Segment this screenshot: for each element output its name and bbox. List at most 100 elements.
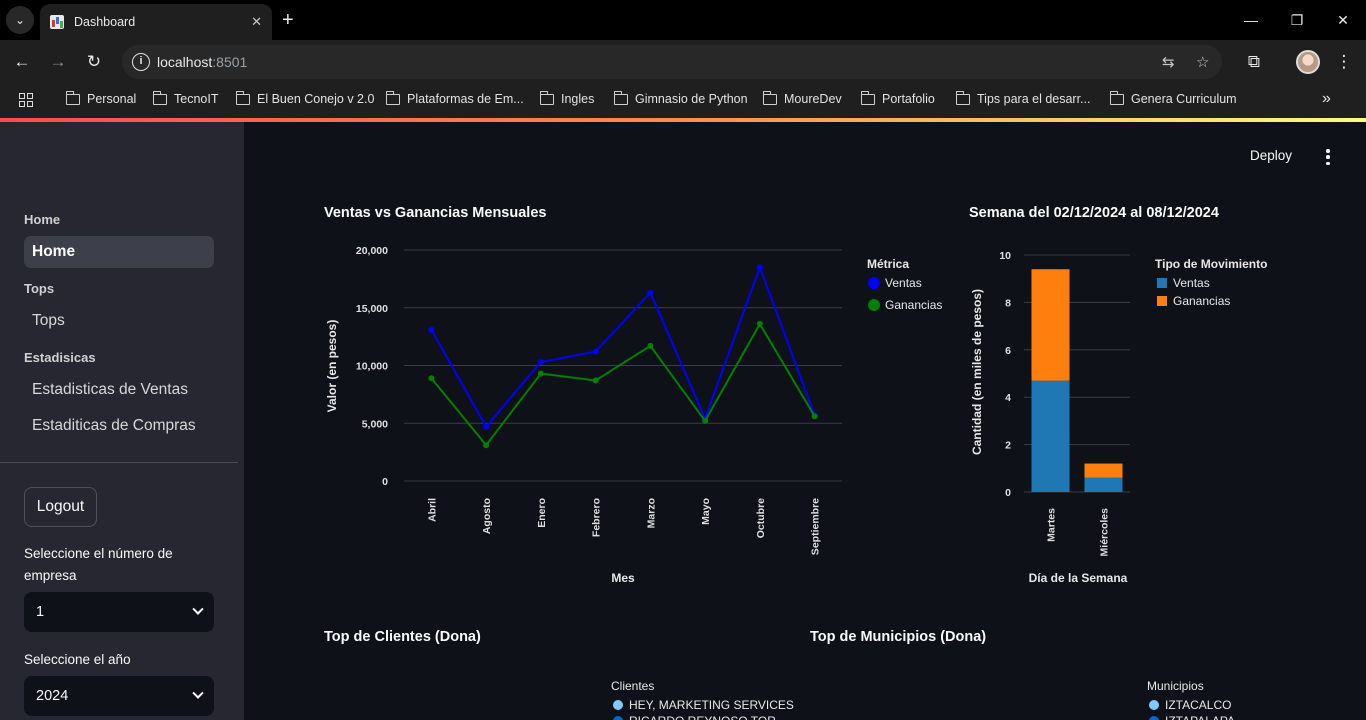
- line-chart-ytick-label: 15,000: [356, 303, 388, 315]
- translate-icon[interactable]: ⇆: [1162, 53, 1175, 71]
- line-chart-point: [647, 289, 654, 296]
- line-chart-point: [702, 415, 709, 422]
- clientes-chart-title: Top de Clientes (Dona): [324, 629, 481, 645]
- nav-section-estadisticas: Estadisicas: [24, 350, 96, 365]
- anio-label: Seleccione el año: [24, 652, 131, 667]
- line-chart-ytick-label: 5,000: [362, 418, 388, 430]
- municipios-chart-title: Top de Municipios (Dona): [810, 629, 987, 645]
- line-chart-ytick-label: 20,000: [356, 245, 388, 257]
- line-chart-point: [756, 264, 763, 271]
- sidebar-item-tops[interactable]: Tops: [24, 305, 214, 337]
- bookmark-item[interactable]: El Buen Conejo v 2.0: [235, 90, 374, 106]
- clientes-legend-title: Clientes: [611, 679, 654, 693]
- tab-close-icon[interactable]: ✕: [251, 14, 262, 30]
- bar-chart-legend-swatch: [1157, 296, 1167, 306]
- browser-toolbar: ← → ↻ i localhost:8501 ⇆ ☆ ⧉ ⋮: [0, 40, 1366, 84]
- bar-chart-bar-ganancias: [1031, 269, 1070, 381]
- bookmark-star-icon[interactable]: ☆: [1196, 53, 1209, 71]
- line-chart-xtick-label: Enero: [536, 498, 548, 528]
- folder-icon: [860, 90, 875, 105]
- bookmark-item[interactable]: MoureDev: [762, 90, 842, 106]
- bookmark-item[interactable]: Plataformas de Em...: [385, 90, 524, 106]
- line-chart-x-axis-label: Mes: [611, 571, 635, 585]
- folder-icon: [65, 90, 80, 105]
- line-chart-legend-swatch: [868, 277, 880, 289]
- line-chart-legend-label: Ventas: [885, 276, 922, 290]
- browser-tab[interactable]: Dashboard ✕: [40, 4, 272, 40]
- bookmark-item[interactable]: TecnoIT: [152, 90, 218, 106]
- bar-chart-ytick-label: 2: [1005, 440, 1011, 452]
- municipios-legend-label: IZTAPALAPA: [1165, 714, 1235, 720]
- line-chart-legend-title: Métrica: [867, 257, 909, 271]
- empresa-select-value: 1: [36, 604, 45, 620]
- bar-chart-y-axis-label: Cantidad (en miles de pesos): [970, 289, 984, 455]
- line-chart-xtick-label: Agosto: [481, 498, 493, 534]
- line-chart-xtick-label: Abril: [426, 498, 438, 522]
- anio-select[interactable]: 2024: [24, 676, 214, 716]
- apps-grid-icon[interactable]: [19, 93, 33, 107]
- municipios-legend-title: Municipios: [1147, 679, 1204, 693]
- line-chart-point: [483, 442, 490, 449]
- site-info-icon[interactable]: i: [132, 53, 150, 71]
- line-chart-point: [811, 413, 818, 420]
- line-chart-point: [428, 375, 435, 382]
- bookmark-item[interactable]: Genera Curriculum: [1109, 90, 1237, 106]
- tab-title: Dashboard: [74, 15, 136, 29]
- sidebar-item-estadisticas-compras[interactable]: Estaditicas de Compras: [24, 410, 214, 442]
- line-chart-point: [537, 370, 544, 377]
- sidebar-item-estadisticas-ventas[interactable]: Estadisticas de Ventas: [24, 374, 214, 406]
- bookmark-item[interactable]: Portafolio: [860, 90, 935, 106]
- browser-menu-icon[interactable]: ⋮: [1332, 50, 1356, 74]
- line-chart-point: [702, 417, 709, 424]
- line-chart-title: Ventas vs Ganancias Mensuales: [324, 205, 547, 221]
- line-chart-xtick-label: Octubre: [755, 498, 767, 538]
- url-text: localhost:8501: [157, 54, 248, 70]
- back-icon[interactable]: ←: [10, 50, 34, 74]
- profile-avatar[interactable]: [1296, 50, 1320, 74]
- clientes-legend-swatch: [613, 716, 623, 720]
- sidebar-item-home[interactable]: Home: [24, 236, 214, 268]
- window-close-button[interactable]: ✕: [1320, 0, 1366, 40]
- municipios-legend-swatch: [1149, 700, 1159, 710]
- new-tab-button[interactable]: +: [282, 8, 294, 32]
- folder-icon: [613, 90, 628, 105]
- bookmark-item[interactable]: Ingles: [539, 90, 594, 106]
- restore-button[interactable]: ❐: [1274, 0, 1320, 40]
- empresa-label: Seleccione el número de empresa: [24, 546, 173, 583]
- reload-icon[interactable]: ↻: [82, 50, 106, 74]
- line-chart-point: [592, 348, 599, 355]
- line-chart-y-axis-label: Valor (en pesos): [325, 320, 339, 413]
- address-bar[interactable]: i localhost:8501 ⇆ ☆: [122, 45, 1222, 79]
- bar-chart-ytick-label: 0: [1005, 487, 1011, 499]
- bar-chart-title: Semana del 02/12/2024 al 08/12/2024: [969, 205, 1219, 221]
- tab-favicon-icon: [50, 15, 64, 29]
- folder-icon: [539, 90, 554, 105]
- line-chart-xtick-label: Marzo: [645, 498, 657, 528]
- municipios-legend-swatch: [1149, 716, 1159, 720]
- clientes-legend-label: RICARDO REYNOSO TOR...: [629, 714, 786, 720]
- tab-search-button[interactable]: ⌄: [6, 6, 34, 34]
- deploy-button[interactable]: Deploy: [1250, 148, 1292, 163]
- line-chart-xtick-label: Mayo: [700, 498, 712, 525]
- bar-chart-bar-ganancias: [1084, 463, 1123, 478]
- bar-chart-bar-ventas: [1084, 477, 1123, 492]
- bar-chart-ytick-label: 8: [1005, 297, 1011, 309]
- more-bookmarks-icon[interactable]: »: [1322, 90, 1331, 108]
- logout-button[interactable]: Logout: [24, 487, 97, 527]
- bar-chart-legend-label: Ganancias: [1173, 294, 1230, 308]
- bookmark-item[interactable]: Personal: [65, 90, 136, 106]
- minimize-button[interactable]: —: [1228, 0, 1274, 40]
- browser-tab-bar: ⌄ Dashboard ✕ + — ❐ ✕: [0, 0, 1366, 40]
- main-menu-icon[interactable]: [1322, 149, 1334, 165]
- bar-chart-bar-ventas: [1031, 380, 1070, 492]
- extensions-icon[interactable]: ⧉: [1242, 50, 1266, 74]
- nav-section-tops: Tops: [24, 281, 55, 296]
- empresa-select[interactable]: 1: [24, 592, 214, 632]
- forward-icon[interactable]: →: [46, 50, 70, 74]
- bookmark-item[interactable]: Gimnasio de Python: [613, 90, 748, 106]
- bookmark-item[interactable]: Tips para el desarr...: [955, 90, 1090, 106]
- bar-chart-ytick-label: 4: [1005, 392, 1011, 404]
- line-chart-point: [483, 423, 490, 430]
- chevron-down-icon: [192, 687, 204, 699]
- line-chart-point: [592, 377, 599, 384]
